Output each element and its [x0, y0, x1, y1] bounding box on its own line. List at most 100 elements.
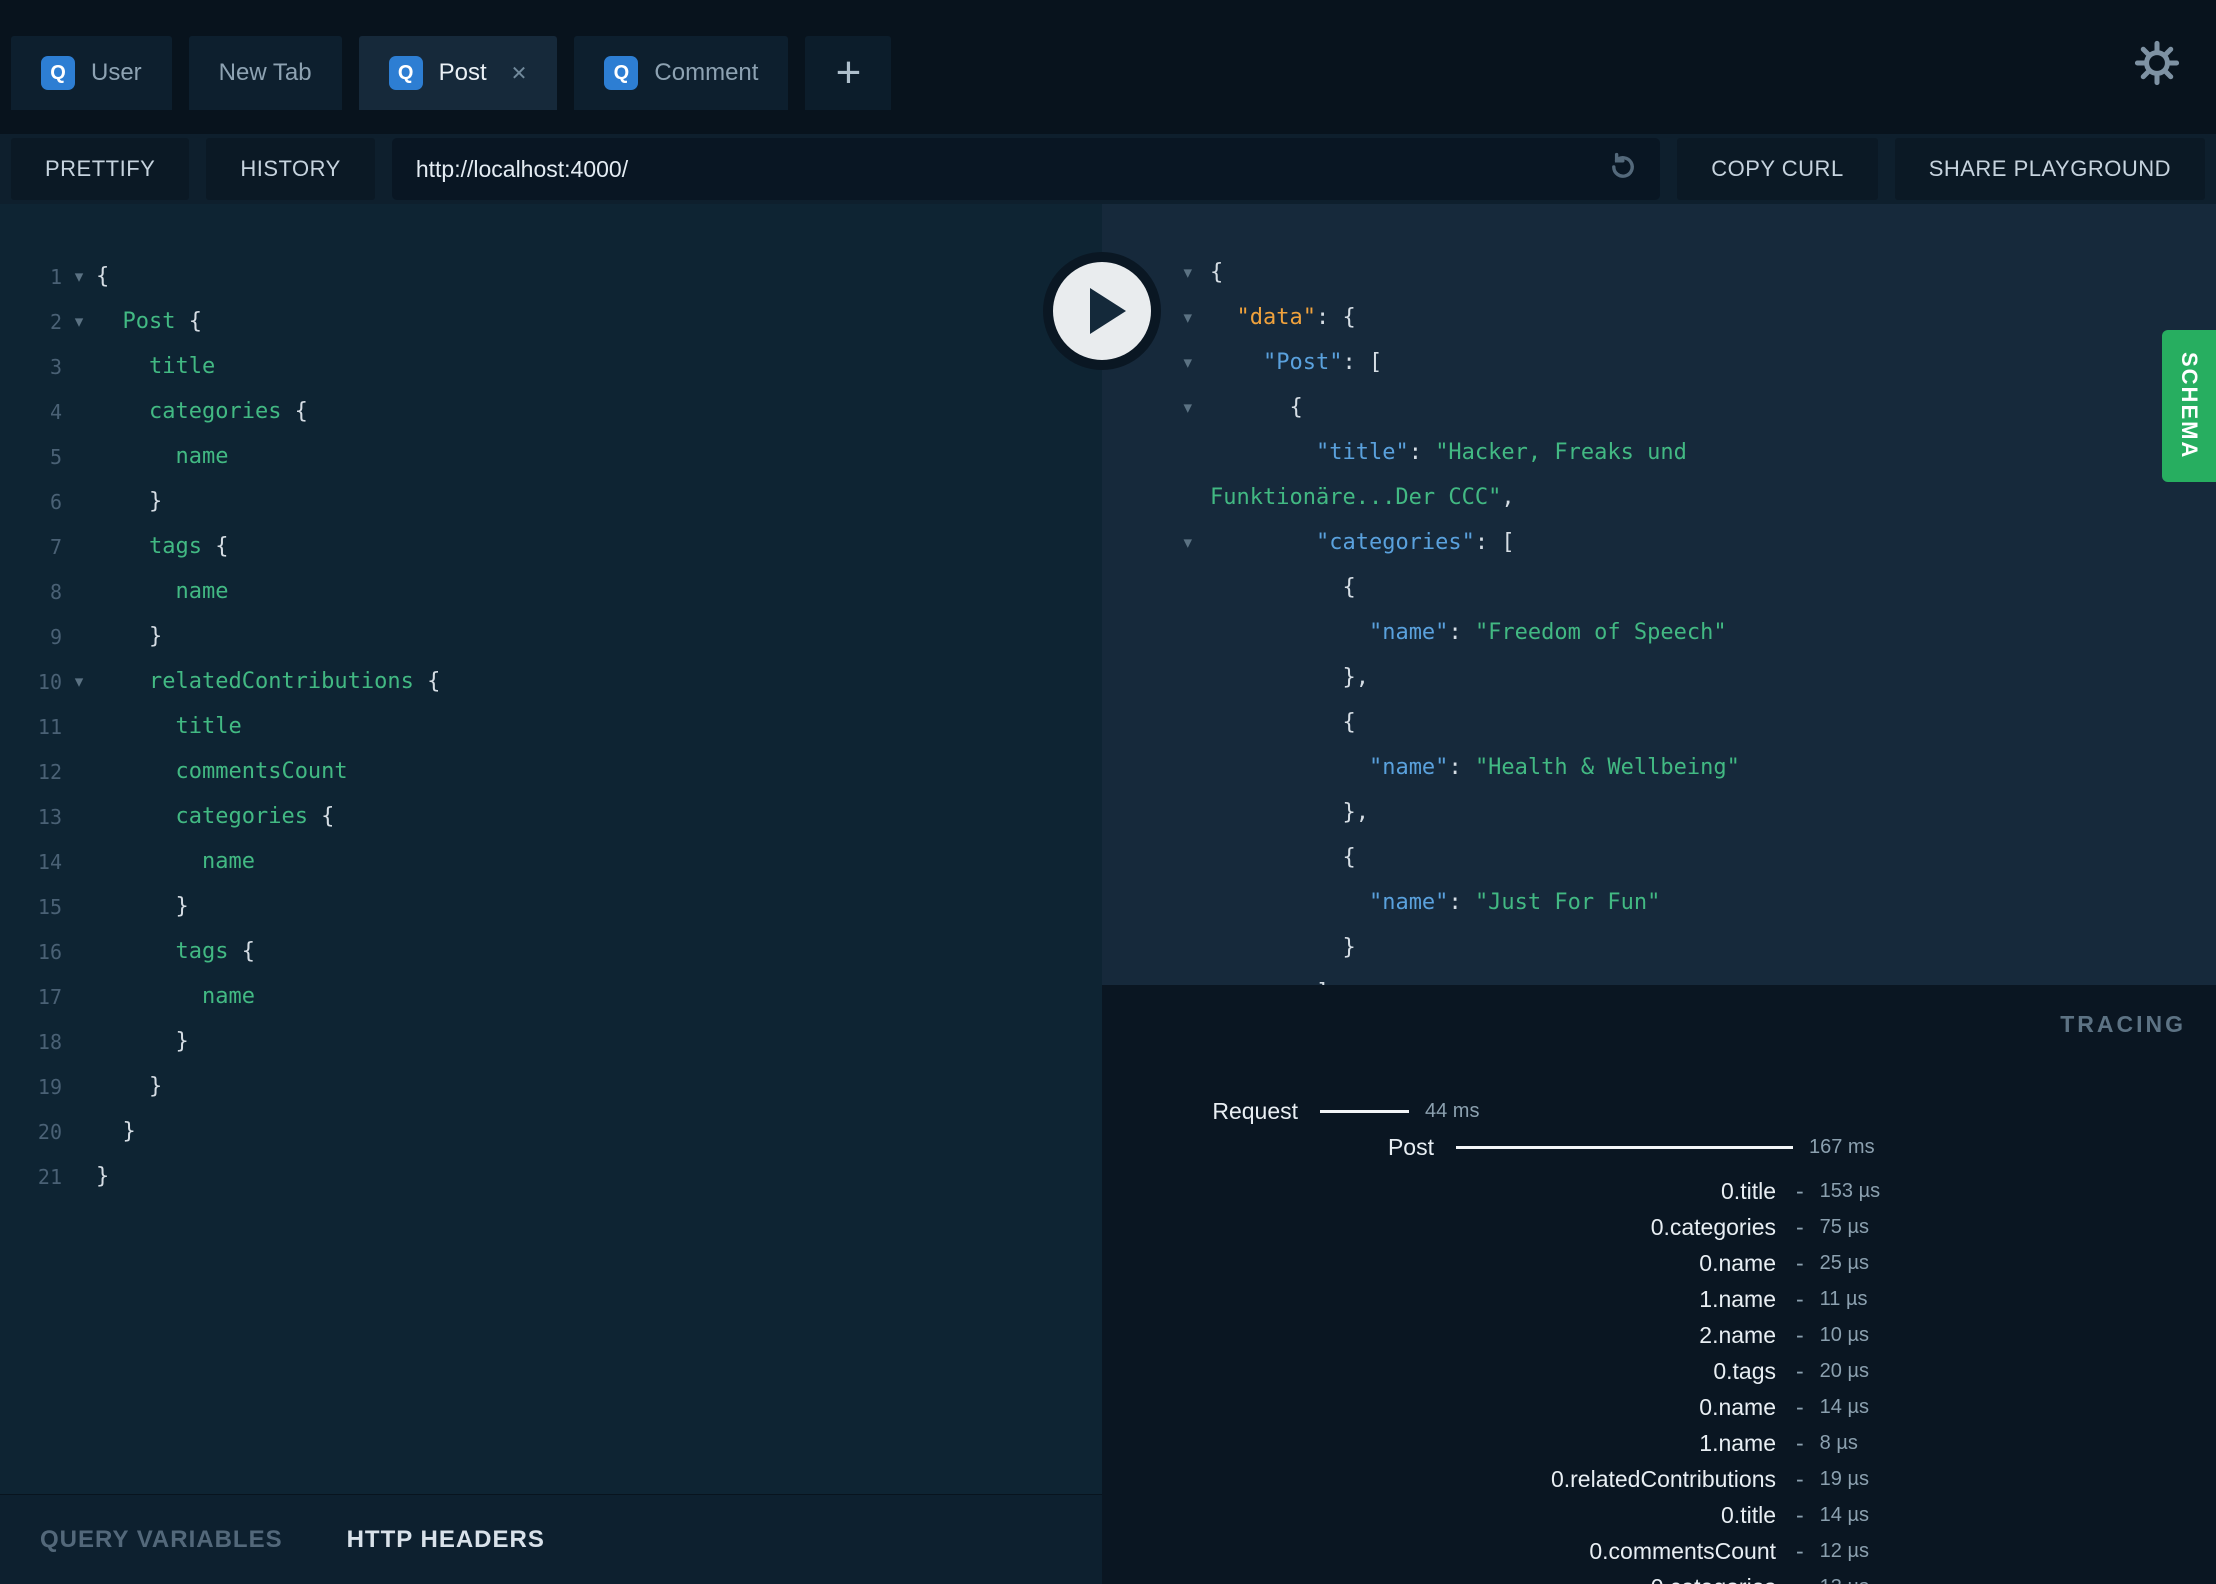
trace-span-name: 1.name	[1699, 1429, 1776, 1456]
code-token: }	[96, 624, 163, 649]
line-number: 11	[37, 714, 62, 739]
code-text: name	[96, 984, 255, 1009]
http-headers-tab[interactable]: HTTP HEADERS	[347, 1526, 545, 1554]
code-text: tags {	[96, 939, 255, 964]
new-tab-button[interactable]: +	[805, 36, 892, 110]
trace-span-name: Post	[1387, 1133, 1434, 1160]
code-token: "Freedom of Speech"	[1474, 620, 1727, 645]
line-number: 2	[49, 309, 62, 334]
code-text: categories {	[96, 804, 334, 829]
history-button[interactable]: HISTORY	[206, 138, 375, 200]
trace-duration: 20 µs	[1819, 1359, 1869, 1382]
tab-post[interactable]: Q Post ✕	[358, 36, 558, 110]
code-line: 1 ▾{	[0, 254, 1102, 299]
trace-duration: 75 µs	[1819, 1215, 1869, 1238]
code-token: }	[96, 1074, 163, 1099]
tab-comment[interactable]: Q Comment	[574, 36, 789, 110]
code-token: name	[175, 579, 229, 604]
trace-duration: 8 µs	[1819, 1431, 1858, 1454]
code-token: "Just For Fun"	[1474, 890, 1661, 915]
endpoint-url-input[interactable]: http://localhost:4000/	[391, 138, 1661, 200]
code-line: 11 title	[0, 704, 1102, 749]
code-text: commentsCount	[96, 759, 347, 784]
code-text: title	[96, 354, 215, 379]
code-token: name	[201, 849, 255, 874]
code-token: :	[1408, 440, 1436, 465]
fold-arrow-icon[interactable]: ▾	[62, 267, 96, 287]
code-line: 21}	[0, 1154, 1102, 1199]
line-number: 20	[37, 1119, 62, 1144]
trace-row: 0.categories - 13 µs	[1102, 1569, 2216, 1584]
code-token: name	[175, 444, 229, 469]
trace-rows: Request 44 ms Post 167 ms 0.title -153 µs 0.ca…	[1102, 1093, 2216, 1584]
line-number: 5	[49, 444, 62, 469]
line-number: 13	[37, 804, 62, 829]
trace-dash: -	[1796, 1249, 1804, 1276]
line-number: 10	[37, 669, 62, 694]
trace-duration-bar	[1320, 1109, 1409, 1113]
tab-bar: Q User New Tab Q Post ✕ Q Comment +	[0, 0, 2216, 134]
code-token: name	[201, 984, 255, 1009]
settings-gear-icon[interactable]	[2132, 38, 2182, 88]
prettify-button[interactable]: PRETTIFY	[11, 138, 190, 200]
fold-arrow-icon[interactable]: ▾	[62, 672, 96, 692]
trace-duration: 13 µs	[1820, 1576, 1869, 1584]
code-line: "name": "Health & Wellbeing"	[1102, 745, 2216, 790]
fold-arrow-icon[interactable]: ▾	[1102, 398, 1210, 418]
code-line: },	[1102, 790, 2216, 835]
schema-side-tab[interactable]: SCHEMA	[2162, 330, 2216, 482]
trace-span-name: 0.relatedContributions	[1550, 1465, 1776, 1492]
code-text: "categories": [	[1210, 530, 1515, 555]
line-number: 4	[49, 399, 62, 424]
code-line: 2 ▾ Post {	[0, 299, 1102, 344]
trace-duration: 14 µs	[1819, 1395, 1869, 1418]
code-token: {	[1210, 710, 1356, 735]
code-token: "Post"	[1262, 350, 1343, 375]
trace-span-name: 0.categories	[1102, 1574, 1776, 1584]
close-tab-icon[interactable]: ✕	[511, 61, 528, 86]
fold-arrow-icon[interactable]: ▾	[1102, 533, 1210, 553]
query-variables-tab[interactable]: QUERY VARIABLES	[40, 1526, 283, 1554]
code-token: }	[96, 1119, 136, 1144]
query-editor-pane[interactable]: 1 ▾{2 ▾ Post {3 title 4 categories {5 name 6…	[0, 204, 1102, 1494]
code-line: },	[1102, 655, 2216, 700]
code-text: "name": "Just For Fun"	[1210, 890, 1660, 915]
trace-row: 0.tags -20 µs	[1102, 1353, 2216, 1389]
code-token: categories	[148, 399, 282, 424]
code-line: 13 categories {	[0, 794, 1102, 839]
trace-row: 0.title -14 µs	[1102, 1497, 2216, 1533]
code-text: }	[96, 1074, 162, 1099]
share-playground-button[interactable]: SHARE PLAYGROUND	[1894, 138, 2205, 200]
code-token: "Hacker, Freaks und	[1435, 440, 1687, 465]
code-line: {	[1102, 565, 2216, 610]
reset-endpoint-icon[interactable]	[1606, 150, 1640, 189]
trace-span-name: 0.title	[1721, 1177, 1776, 1204]
tab-new-tab[interactable]: New Tab	[188, 36, 342, 110]
code-text: },	[1210, 800, 1369, 825]
trace-dash: -	[1796, 1321, 1804, 1348]
code-token: : {	[1315, 305, 1356, 330]
trace-row: Post 167 ms	[1102, 1129, 2216, 1165]
trace-dash: -	[1796, 1357, 1804, 1384]
trace-duration: 14 µs	[1819, 1503, 1869, 1526]
code-token: tags	[175, 939, 229, 964]
line-number: 14	[37, 849, 62, 874]
execute-query-button[interactable]	[1043, 252, 1161, 370]
code-token: relatedContributions	[148, 669, 414, 694]
tab-list: Q User New Tab Q Post ✕ Q Comment +	[11, 36, 892, 110]
copy-curl-button[interactable]: COPY CURL	[1677, 138, 1878, 200]
query-badge-icon: Q	[388, 56, 423, 90]
tab-user[interactable]: Q User	[11, 36, 172, 110]
fold-arrow-icon[interactable]: ▾	[62, 312, 96, 332]
code-token: {	[228, 939, 255, 964]
